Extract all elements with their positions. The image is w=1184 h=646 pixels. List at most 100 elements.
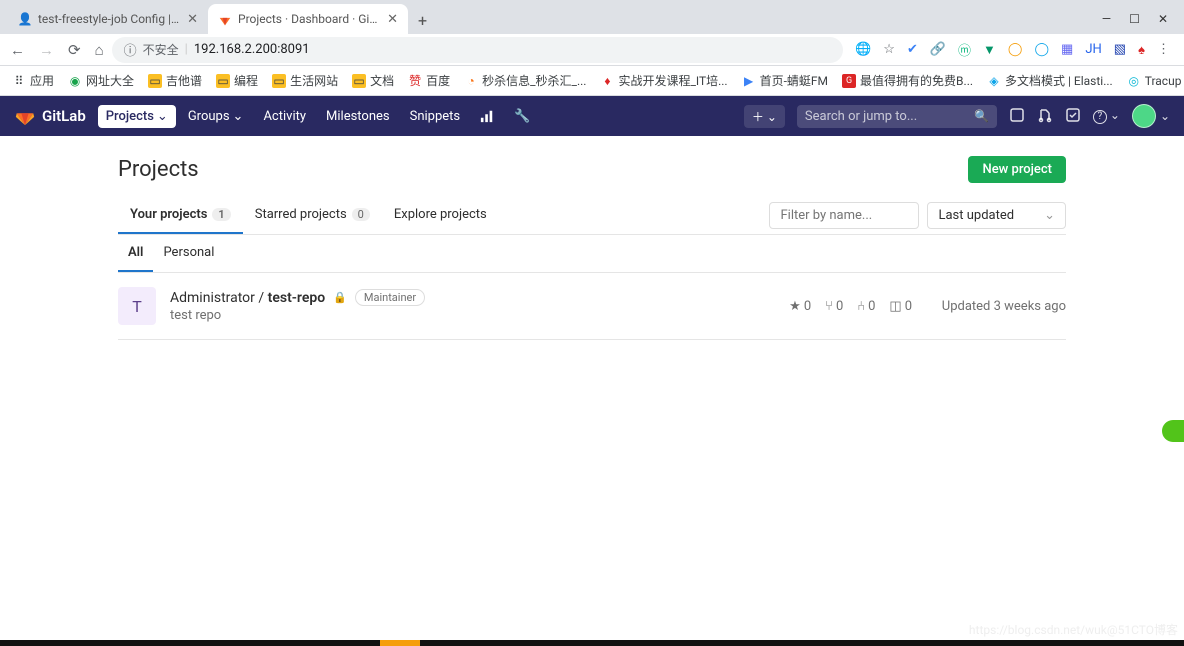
- project-description: test repo: [170, 308, 775, 323]
- tab-close-icon[interactable]: ✕: [387, 12, 398, 27]
- tab-title: Projects · Dashboard · GitLab: [238, 12, 381, 26]
- forward-button[interactable]: →: [39, 41, 54, 59]
- chevron-down-icon: ⌄: [1044, 208, 1055, 223]
- star-icon: ★: [789, 299, 801, 314]
- ext-icon[interactable]: ◯: [1034, 42, 1049, 57]
- ext-icon[interactable]: ▼: [983, 42, 996, 58]
- tab-your-projects[interactable]: Your projects1: [118, 197, 243, 234]
- project-tabs: Your projects1 Starred projects0 Explore…: [118, 197, 1066, 235]
- ext-icon[interactable]: JH: [1085, 42, 1101, 57]
- sort-dropdown[interactable]: Last updated⌄: [927, 202, 1066, 229]
- bookmark-item[interactable]: ◉网址大全: [68, 72, 134, 89]
- mrs-stat[interactable]: ⑃0: [857, 299, 875, 314]
- bookmark-item[interactable]: ◎Tracup | 登录: [1127, 72, 1184, 89]
- bookmark-item[interactable]: ♦实战开发课程_IT培...: [600, 72, 727, 89]
- ext-icon[interactable]: ▦: [1061, 42, 1073, 57]
- tab-close-icon[interactable]: ✕: [187, 12, 198, 27]
- address-bar: ← → ⟳ ⌂ ⓘ 不安全 | 192.168.2.200:8091 🌐 ☆ ✔…: [0, 34, 1184, 66]
- bookmark-item[interactable]: ▭文档: [352, 72, 394, 89]
- bookmark-item[interactable]: ▭编程: [216, 72, 258, 89]
- gitlab-header: GitLab Projects ⌄ Groups ⌄ Activity Mile…: [0, 96, 1184, 136]
- search-icon[interactable]: 🔍: [974, 109, 989, 123]
- browser-tab-gitlab[interactable]: Projects · Dashboard · GitLab ✕: [208, 4, 408, 34]
- tab-starred-projects[interactable]: Starred projects0: [243, 197, 382, 234]
- todos-icon[interactable]: [1065, 107, 1081, 126]
- count-badge: 0: [352, 208, 370, 221]
- nav-milestones[interactable]: Milestones: [318, 105, 398, 128]
- reload-button[interactable]: ⟳: [68, 41, 81, 59]
- global-search[interactable]: 🔍: [797, 105, 997, 128]
- nav-activity[interactable]: Activity: [255, 105, 314, 128]
- apps-button[interactable]: ⠿应用: [12, 72, 54, 89]
- project-name[interactable]: Administrator / test-repo 🔒 Maintainer: [170, 289, 775, 306]
- count-badge: 1: [212, 208, 230, 221]
- fork-icon: ⑂: [825, 299, 833, 314]
- gitlab-logo[interactable]: GitLab: [14, 105, 86, 127]
- url-field[interactable]: ⓘ 不安全 | 192.168.2.200:8091: [112, 37, 843, 63]
- nav-wrench-icon[interactable]: 🔧: [506, 105, 538, 128]
- ext-icon[interactable]: ▧: [1114, 42, 1126, 57]
- ext-icon[interactable]: ✔: [907, 42, 918, 57]
- subtab-personal[interactable]: Personal: [153, 235, 224, 272]
- tab-title: test-freestyle-job Config |Jenk: [38, 12, 181, 26]
- star-icon[interactable]: ☆: [883, 42, 895, 57]
- project-avatar: T: [118, 287, 156, 325]
- project-stats: ★0 ⑂0 ⑃0 ◫0: [789, 299, 912, 314]
- chevron-down-icon[interactable]: ⌄: [1160, 109, 1170, 123]
- issue-icon: ◫: [889, 299, 901, 314]
- ext-icon[interactable]: ⓜ: [958, 40, 971, 59]
- help-icon[interactable]: ? ⌄: [1093, 108, 1120, 124]
- new-tab-button[interactable]: +: [408, 7, 437, 34]
- nav-projects[interactable]: Projects ⌄: [98, 105, 176, 128]
- project-row[interactable]: T Administrator / test-repo 🔒 Maintainer…: [118, 273, 1066, 340]
- minimize-button[interactable]: —: [1102, 12, 1111, 26]
- page-title: Projects: [118, 157, 199, 182]
- search-input[interactable]: [805, 109, 968, 124]
- ext-icon[interactable]: ◯: [1008, 42, 1023, 57]
- ext-icon[interactable]: ♠: [1138, 42, 1145, 58]
- nav-groups[interactable]: Groups ⌄: [180, 105, 252, 128]
- menu-icon[interactable]: ⋮: [1157, 42, 1170, 57]
- site-info-icon[interactable]: ⓘ: [124, 40, 137, 59]
- browser-tab-jenkins[interactable]: 👤 test-freestyle-job Config |Jenk ✕: [8, 4, 208, 34]
- nav-toolbar-icon[interactable]: [472, 105, 502, 127]
- subtab-all[interactable]: All: [118, 235, 153, 272]
- maximize-button[interactable]: ☐: [1129, 12, 1140, 26]
- window-controls: — ☐ ✕: [1086, 4, 1184, 34]
- chevron-down-icon: ⌄: [157, 109, 168, 124]
- url-text: 192.168.2.200:8091: [194, 42, 310, 57]
- tab-explore-projects[interactable]: Explore projects: [382, 197, 499, 234]
- back-button[interactable]: ←: [10, 41, 25, 59]
- ext-icon[interactable]: 🔗: [930, 42, 946, 57]
- bookmarks-bar: ⠿应用 ◉网址大全 ▭吉他谱 ▭编程 ▭生活网站 ▭文档 赞百度 ◔秒杀信息_秒…: [0, 66, 1184, 96]
- role-badge: Maintainer: [355, 289, 425, 306]
- close-window-button[interactable]: ✕: [1158, 12, 1168, 26]
- bookmark-item[interactable]: ◔秒杀信息_秒杀汇_...: [464, 72, 586, 89]
- lock-icon: 🔒: [333, 291, 347, 304]
- new-project-button[interactable]: New project: [968, 156, 1066, 183]
- bookmark-item[interactable]: ▶首页-蜻蜓FM: [742, 72, 828, 89]
- sub-tabs: All Personal: [118, 235, 1066, 273]
- user-avatar[interactable]: [1132, 104, 1156, 128]
- filter-input[interactable]: [769, 202, 919, 229]
- issues-stat[interactable]: ◫0: [889, 299, 912, 314]
- create-new-button[interactable]: ＋ ⌄: [744, 105, 785, 128]
- bookmark-item[interactable]: ▭生活网站: [272, 72, 338, 89]
- forks-stat[interactable]: ⑂0: [825, 299, 843, 314]
- bookmark-item[interactable]: ◈多文档模式 | Elasti...: [987, 72, 1113, 89]
- bookmark-item[interactable]: ▭吉他谱: [148, 72, 202, 89]
- translate-icon[interactable]: 🌐: [855, 42, 871, 57]
- chevron-down-icon: ⌄: [233, 109, 244, 124]
- nav-snippets[interactable]: Snippets: [402, 105, 469, 128]
- stars-stat[interactable]: ★0: [789, 299, 811, 314]
- merge-requests-icon[interactable]: [1037, 107, 1053, 126]
- bookmark-item[interactable]: G最值得拥有的免费B...: [842, 72, 973, 89]
- home-button[interactable]: ⌂: [95, 41, 104, 59]
- bookmark-item[interactable]: 赞百度: [408, 72, 450, 89]
- issues-icon[interactable]: [1009, 107, 1025, 126]
- taskbar[interactable]: [0, 640, 1184, 646]
- floating-badge[interactable]: [1162, 420, 1184, 442]
- brand-text: GitLab: [42, 107, 86, 125]
- insecure-label: 不安全: [143, 41, 179, 58]
- merge-icon: ⑃: [857, 299, 865, 314]
